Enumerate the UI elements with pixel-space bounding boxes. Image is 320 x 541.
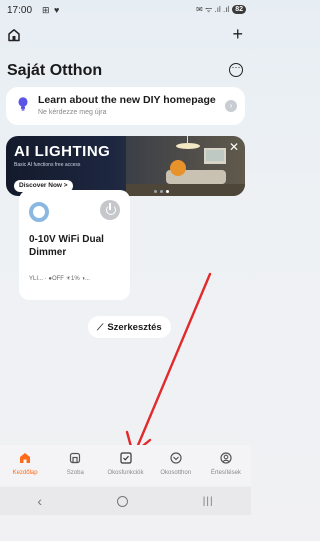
room-icon — [70, 452, 81, 464]
nav-home[interactable]: Kezdőlap — [0, 445, 50, 485]
promo-room-image — [126, 136, 245, 196]
nav-smart-home[interactable]: Okosotthon — [151, 445, 201, 485]
device-card[interactable]: 0-10V WiFi Dual Dimmer YLI... · ●OFF ☀1%… — [19, 190, 130, 300]
back-icon[interactable]: ‹ — [37, 493, 42, 509]
carousel-dot-active — [166, 190, 169, 193]
edit-label: Szerkesztés — [107, 321, 162, 333]
profile-icon — [220, 452, 232, 464]
nav-label-smart: Okosfunkciók — [107, 470, 144, 476]
nav-smart[interactable]: Okosfunkciók — [100, 445, 150, 485]
smart-home-icon — [170, 452, 182, 464]
smart-icon — [119, 452, 132, 464]
diy-banner-title: Learn about the new DIY homepage — [38, 94, 216, 106]
page-title[interactable]: Saját Otthon — [7, 62, 102, 80]
chevron-right-icon[interactable]: › — [225, 100, 237, 112]
nav-label-profile: Értesítések — [210, 470, 241, 476]
device-status: YLI... · ●OFF ☀1% ◑... — [29, 276, 90, 282]
home-circle-icon[interactable] — [116, 495, 128, 507]
recents-icon[interactable]: ||| — [203, 496, 214, 507]
diy-homepage-banner[interactable]: Learn about the new DIY homepage Ne kérd… — [6, 87, 245, 125]
add-device-icon[interactable]: + — [232, 25, 243, 43]
close-icon[interactable]: ✕ — [229, 141, 239, 153]
nav-label-smart-home: Okosotthon — [160, 470, 192, 476]
carousel-dots — [154, 190, 169, 193]
dont-ask-again-link[interactable]: Ne kérdezze meg újra — [38, 109, 106, 116]
carousel-dot — [160, 190, 163, 193]
carousel-dot — [154, 190, 157, 193]
home-icon — [20, 453, 31, 463]
system-navigation-bar: ‹ ||| — [0, 487, 251, 515]
signal-icons: ✉ ᯤ .ıl .ıl — [196, 5, 230, 14]
status-bar: 17:00 ⊞ ♥ ✉ ᯤ .ıl .ıl 82 — [0, 0, 251, 22]
status-notification-icons: ⊞ ♥ — [42, 5, 61, 15]
promo-title: AI LIGHTING — [14, 143, 111, 160]
pencil-icon: ⟋ — [97, 321, 104, 332]
status-time: 17:00 — [7, 5, 33, 16]
more-options-icon[interactable]: ··· — [229, 63, 243, 77]
promo-subtitle: Basic AI functions free access — [14, 162, 81, 168]
lightbulb-icon — [18, 97, 28, 111]
bottom-navigation: Kezdőlap Szoba Okosfunkciók Okosotthon É… — [0, 445, 251, 485]
battery-icon: 82 — [232, 5, 246, 14]
nav-profile[interactable]: Értesítések — [201, 445, 251, 485]
nav-label-home: Kezdőlap — [12, 470, 38, 476]
status-right: ✉ ᯤ .ıl .ıl 82 — [196, 4, 246, 15]
home-icon[interactable] — [7, 28, 21, 42]
dimmer-icon — [29, 202, 49, 222]
device-name: 0-10V WiFi Dual Dimmer — [29, 234, 104, 258]
ai-lighting-promo[interactable]: AI LIGHTING Basic AI functions free acce… — [6, 136, 245, 196]
edit-button[interactable]: ⟋ Szerkesztés — [88, 316, 171, 338]
nav-room[interactable]: Szoba — [50, 445, 100, 485]
nav-label-room: Szoba — [66, 470, 84, 476]
power-icon[interactable] — [100, 200, 120, 220]
